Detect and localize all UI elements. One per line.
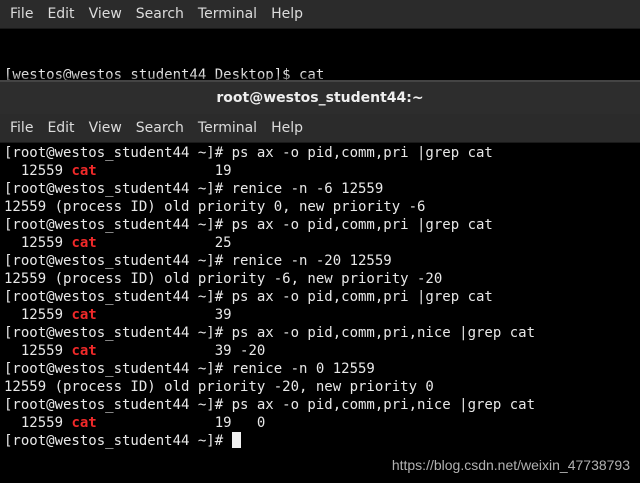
line-text-rest: 39 -20 (96, 343, 266, 359)
terminal-line: [root@westos_student44 ~]# renice -n -20… (4, 252, 640, 270)
terminal-line: 12559 (process ID) old priority -20, new… (4, 378, 640, 396)
terminal-line: 12559 cat 39 (4, 306, 640, 324)
terminal-line: 12559 (process ID) old priority -6, new … (4, 270, 640, 288)
terminal-line: 12559 cat 19 (4, 162, 640, 180)
terminal-cursor (231, 432, 241, 448)
line-text: [root@westos_student44 ~]# ps ax -o pid,… (4, 397, 536, 413)
terminal-line: [root@westos_student44 ~]# renice -n -6 … (4, 180, 640, 198)
menu-view[interactable]: View (82, 6, 129, 22)
line-text: [root@westos_student44 ~]# ps ax -o pid,… (4, 325, 536, 341)
line-text-rest: 25 (96, 235, 232, 251)
menu-help[interactable]: Help (264, 120, 310, 136)
line-text: 12559 (process ID) old priority -20, new… (4, 379, 434, 395)
terminal-line: 12559 cat 39 -20 (4, 342, 640, 360)
terminal-line: 12559 (process ID) old priority 0, new p… (4, 198, 640, 216)
foreground-terminal-window[interactable]: root@westos_student44:~ File Edit View S… (0, 80, 640, 483)
terminal-line: [root@westos_student44 ~]# ps ax -o pid,… (4, 144, 640, 162)
watermark: https://blog.csdn.net/weixin_47738793 (391, 457, 630, 473)
line-text: 12559 (process ID) old priority 0, new p… (4, 199, 426, 215)
terminal-line: [root@westos_student44 ~]# (4, 432, 640, 450)
line-text-rest: 19 0 (96, 415, 266, 431)
terminal-line: [root@westos_student44 ~]# ps ax -o pid,… (4, 324, 640, 342)
menu-terminal[interactable]: Terminal (191, 6, 264, 22)
terminal-line: [root@westos_student44 ~]# renice -n 0 1… (4, 360, 640, 378)
menu-edit[interactable]: Edit (40, 120, 81, 136)
line-text-rest: 19 (96, 163, 232, 179)
menu-search[interactable]: Search (129, 120, 191, 136)
line-text: [root@westos_student44 ~]# renice -n 0 1… (4, 361, 375, 377)
line-text: [root@westos_student44 ~]# renice -n -20… (4, 253, 392, 269)
menu-view[interactable]: View (82, 120, 129, 136)
terminal-line: 12559 cat 19 0 (4, 414, 640, 432)
grep-match: cat (71, 235, 97, 251)
terminal-line: [root@westos_student44 ~]# ps ax -o pid,… (4, 288, 640, 306)
background-terminal-window[interactable]: File Edit View Search Terminal Help [wes… (0, 0, 640, 136)
back-menubar: File Edit View Search Terminal Help (0, 0, 640, 29)
terminal-output[interactable]: [root@westos_student44 ~]# ps ax -o pid,… (0, 143, 640, 450)
grep-match: cat (71, 415, 97, 431)
line-text: [root@westos_student44 ~]# ps ax -o pid,… (4, 217, 493, 233)
line-text: 12559 (4, 307, 72, 323)
line-text-rest: 39 (96, 307, 232, 323)
line-text: [root@westos_student44 ~]# ps ax -o pid,… (4, 145, 493, 161)
line-text: [root@westos_student44 ~]# ps ax -o pid,… (4, 289, 493, 305)
grep-match: cat (71, 163, 97, 179)
menu-terminal[interactable]: Terminal (191, 120, 264, 136)
menu-edit[interactable]: Edit (40, 6, 81, 22)
terminal-line: 12559 cat 25 (4, 234, 640, 252)
line-text: 12559 (4, 163, 72, 179)
line-text: [root@westos_student44 ~]# renice -n -6 … (4, 181, 384, 197)
menu-file[interactable]: File (3, 6, 40, 22)
terminal-line: [root@westos_student44 ~]# ps ax -o pid,… (4, 216, 640, 234)
menu-file[interactable]: File (3, 120, 40, 136)
line-text: 12559 (4, 235, 72, 251)
window-title: root@westos_student44:~ (0, 82, 640, 114)
line-text: 12559 (4, 343, 72, 359)
menu-search[interactable]: Search (129, 6, 191, 22)
menu-help[interactable]: Help (264, 6, 310, 22)
grep-match: cat (71, 307, 97, 323)
line-text: [root@westos_student44 ~]# (4, 433, 232, 449)
front-menubar: File Edit View Search Terminal Help (0, 114, 640, 143)
line-text: 12559 (4, 415, 72, 431)
terminal-line: [root@westos_student44 ~]# ps ax -o pid,… (4, 396, 640, 414)
line-text: 12559 (process ID) old priority -6, new … (4, 271, 443, 287)
grep-match: cat (71, 343, 97, 359)
